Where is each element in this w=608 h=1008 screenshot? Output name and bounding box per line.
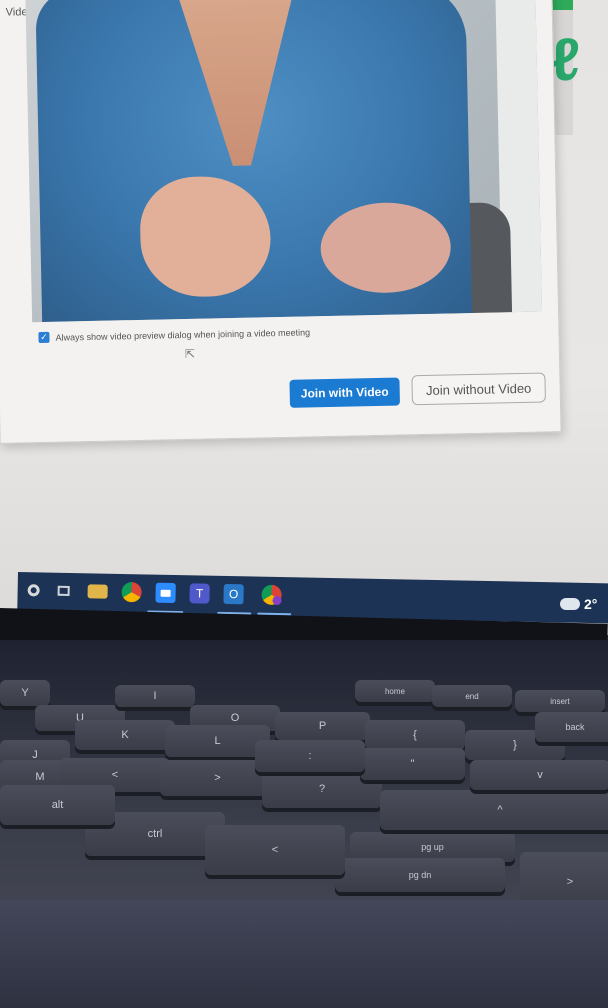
always-show-preview-row[interactable]: ✓ Always show video preview dialog when …	[38, 326, 311, 344]
key-home: home	[355, 680, 435, 702]
key-end: end	[432, 685, 512, 707]
key-alt: alt	[0, 785, 115, 825]
key-shift-right: ^	[380, 790, 608, 830]
zoom-icon[interactable]	[155, 582, 176, 604]
laptop-palm-rest	[0, 900, 608, 1008]
weather-temperature: 2°	[584, 596, 598, 612]
join-with-video-button[interactable]: Join with Video	[289, 377, 401, 408]
key-backspace: back	[535, 712, 608, 742]
key-p: P	[275, 712, 370, 740]
video-preview-dialog: Video Preview ✓ Always show video previe…	[0, 0, 562, 444]
key-enter: v	[470, 760, 608, 790]
key-page-down: pg dn	[335, 858, 505, 892]
key-i: I	[115, 685, 195, 707]
key-arrow-left: <	[205, 825, 345, 875]
key-y: Y	[0, 680, 50, 706]
key-insert: insert	[515, 690, 605, 712]
join-without-video-button[interactable]: Join without Video	[411, 372, 546, 406]
start-icon[interactable]	[23, 580, 43, 600]
outlook-icon[interactable]: O	[223, 583, 244, 605]
camera-preview	[25, 0, 543, 323]
weather-widget[interactable]: 2°	[558, 594, 598, 612]
always-show-preview-checkbox[interactable]: ✓	[38, 331, 50, 344]
weather-cloud-icon	[558, 594, 580, 610]
task-view-icon[interactable]	[53, 581, 73, 601]
chrome-icon[interactable]	[121, 581, 142, 603]
key-bracket-left: {	[365, 720, 465, 750]
key-semicolon: :	[255, 740, 365, 772]
file-explorer-icon[interactable]	[87, 584, 108, 599]
laptop-screen: ℓ Video Preview ✓ Always show video prev…	[0, 0, 608, 635]
chrome-profile-icon[interactable]	[261, 584, 282, 606]
mouse-cursor-icon: ⇱	[184, 346, 196, 361]
key-k: K	[75, 720, 175, 750]
key-quote: "	[360, 748, 465, 780]
always-show-preview-label: Always show video preview dialog when jo…	[55, 326, 311, 343]
teams-icon[interactable]: T	[189, 583, 210, 604]
